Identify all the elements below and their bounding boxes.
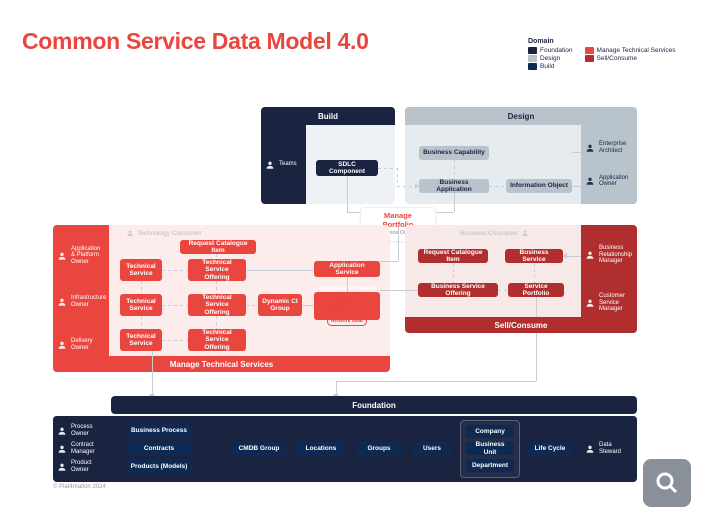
entity-bs: Business Service: [505, 249, 563, 263]
person-icon: [585, 250, 595, 260]
legend-item-mts: Manage Technical Services: [585, 47, 676, 54]
persona-infra-owner: Infrastructure Owner: [57, 295, 105, 308]
rail-foundation-left: Process Owner Contract Manager Product O…: [53, 416, 109, 482]
entity-tso1: Technical Service Offering: [188, 259, 246, 281]
search-icon: [655, 471, 679, 495]
panel-design-title: Design: [405, 107, 637, 125]
persona-brm: Business Relationship Manager: [585, 245, 633, 265]
legend-item-sell: Sell/Consume: [585, 55, 676, 62]
entity-sell-rci: Request Catalogue Item: [418, 249, 488, 263]
panel-build-title: Build: [261, 107, 395, 125]
person-icon: [57, 340, 67, 350]
entity-contracts: Contracts: [126, 442, 192, 456]
entity-products-models: Products (Models): [126, 460, 192, 474]
entity-mts-rci: Request Catalogue Item: [180, 240, 256, 254]
persona-ea: Enterprise Architect: [585, 141, 633, 154]
entity-tso2: Technical Service Offering: [188, 294, 246, 316]
entity-sp: Service Portfolio: [508, 283, 564, 297]
persona-delivery-owner: Delivery Owner: [57, 338, 105, 351]
legend-item-build: Build: [528, 63, 573, 70]
person-icon: [585, 143, 595, 153]
entity-ts1: Technical Service: [120, 259, 162, 281]
ci-tag-lb: LB: [358, 306, 373, 315]
ci-tag-application: Application: [321, 306, 356, 315]
page-title: Common Service Data Model 4.0: [22, 28, 369, 55]
entity-tso3: Technical Service Offering: [188, 329, 246, 351]
persona-csm: Customer Service Manager: [585, 293, 633, 313]
entity-ts3: Technical Service: [120, 329, 162, 351]
rail-sell-personas: Business Relationship Manager Customer S…: [581, 225, 637, 333]
person-icon: [265, 160, 275, 170]
bus-consumer-label: Business Consumer: [460, 229, 529, 237]
entity-department: Department: [466, 459, 514, 472]
legend-item-design: Design: [528, 55, 573, 62]
person-icon: [585, 444, 595, 454]
entity-business-application: Business Application: [419, 179, 489, 193]
person-icon: [521, 229, 529, 237]
persona-app-owner: Application Owner: [585, 175, 633, 188]
entity-dcig: Dynamic CI Group: [258, 294, 302, 316]
entity-company: Company: [466, 425, 514, 438]
person-icon: [57, 426, 67, 436]
panel-foundation-title: Foundation: [111, 396, 637, 414]
search-button[interactable]: [643, 459, 691, 507]
legend: Domain Foundation Design Build Manage Te…: [528, 38, 676, 70]
entity-business-capability: Business Capability: [419, 146, 489, 160]
persona-contract-manager: Contract Manager: [57, 442, 105, 455]
persona-teams: Teams: [265, 160, 302, 170]
persona-product-owner: Product Owner: [57, 460, 105, 473]
rail-mts-personas: Application & Platform Owner Infrastruct…: [53, 225, 109, 372]
person-icon: [57, 462, 67, 472]
rail-design-personas: Enterprise Architect Application Owner: [581, 125, 637, 204]
legend-item-foundation: Foundation: [528, 47, 573, 54]
person-icon: [57, 444, 67, 454]
rail-foundation-right: Data Steward: [581, 416, 637, 482]
entity-locations: Locations: [296, 442, 346, 456]
entity-sdlc-component: SDLC Component: [316, 160, 378, 176]
ci-tag-network: Network Gear: [327, 317, 368, 326]
entity-groups: Groups: [356, 442, 402, 456]
persona-app-platform-owner: Application & Platform Owner: [57, 246, 105, 266]
rail-build-personas: Teams: [261, 125, 306, 204]
person-icon: [585, 176, 595, 186]
footer-caption: © Plat4mation 2024: [53, 484, 106, 490]
person-icon: [57, 297, 67, 307]
entity-cmdb-group: CMDB Group: [232, 442, 286, 456]
entity-ts2: Technical Service: [120, 294, 162, 316]
person-icon: [126, 229, 134, 237]
person-icon: [585, 298, 595, 308]
entity-life-cycle: Life Cycle: [528, 442, 572, 456]
persona-data-steward: Data Steward: [585, 442, 633, 455]
entity-information-object: Information Object: [506, 179, 572, 193]
entity-configuration-items: Configuration Items Server Application L…: [314, 292, 380, 320]
tech-consumer-label: Technology Consumer: [126, 229, 202, 237]
entity-business-process: Business Process: [126, 424, 192, 438]
entity-business-unit: Business Unit: [466, 442, 514, 455]
persona-process-owner: Process Owner: [57, 424, 105, 437]
entity-bso: Business Service Offering: [418, 283, 498, 297]
person-icon: [57, 251, 67, 261]
ci-tag-server: Server: [335, 295, 359, 304]
legend-title: Domain: [528, 38, 676, 45]
entity-users: Users: [412, 442, 452, 456]
entity-application-service: Application Service: [314, 261, 380, 277]
